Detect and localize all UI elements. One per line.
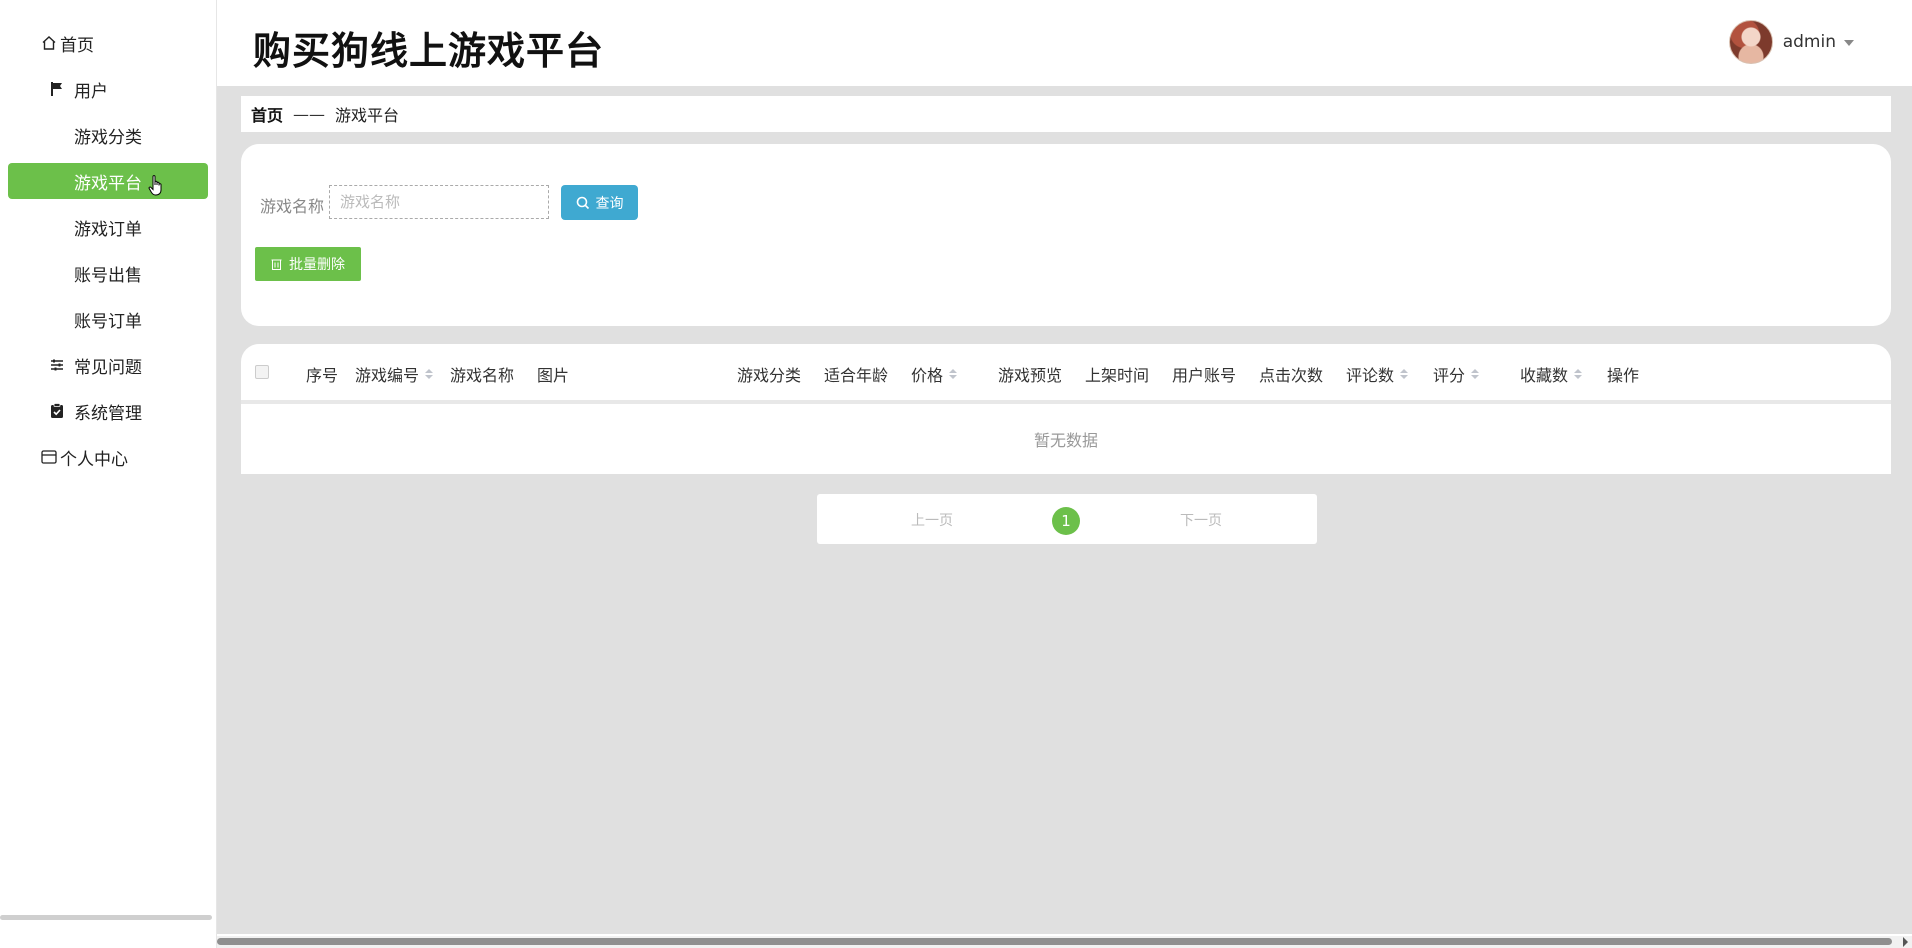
- search-panel: 游戏名称 查询 批量删除: [241, 144, 1891, 326]
- sidebar-item-account-orders[interactable]: 账号订单: [8, 301, 208, 337]
- query-button[interactable]: 查询: [561, 185, 638, 220]
- breadcrumb-current: 游戏平台: [335, 106, 400, 125]
- grid-icon: [48, 264, 66, 282]
- sidebar-item-label: 个人中心: [60, 449, 128, 470]
- home-icon: [40, 34, 58, 52]
- scroll-right-icon[interactable]: [1903, 937, 1908, 947]
- grid-icon: [48, 218, 66, 236]
- column-header: 适合年龄: [824, 366, 889, 385]
- clipboard-check-icon: [48, 402, 66, 420]
- sidebar-item-system[interactable]: 系统管理: [8, 393, 208, 429]
- sidebar-item-account-sale[interactable]: 账号出售: [8, 255, 208, 291]
- grid-icon: [48, 172, 66, 190]
- column-header[interactable]: 价格: [911, 362, 958, 386]
- sidebar-item-label: 游戏订单: [74, 219, 142, 240]
- user-menu[interactable]: admin: [1728, 20, 1854, 64]
- column-header[interactable]: 评分: [1433, 362, 1480, 386]
- page-number[interactable]: 1: [1052, 507, 1080, 535]
- sidebar-item-profile[interactable]: 个人中心: [8, 439, 208, 475]
- sort-icon: [1574, 369, 1583, 379]
- next-page-button[interactable]: 下一页: [1180, 510, 1222, 530]
- column-header: 序号: [306, 366, 339, 385]
- prev-page-button[interactable]: 上一页: [911, 510, 953, 530]
- table-header: 序号 游戏编号 游戏名称 图片 游戏分类 适合年龄 价格 游戏预览 上架时间 用…: [241, 344, 1891, 404]
- data-table: 序号 游戏编号 游戏名称 图片 游戏分类 适合年龄 价格 游戏预览 上架时间 用…: [241, 344, 1891, 474]
- header: 购买狗线上游戏平台 admin: [217, 0, 1912, 86]
- avatar[interactable]: [1728, 20, 1773, 64]
- sort-icon: [949, 369, 958, 379]
- flag-icon: [48, 80, 66, 98]
- sort-icon: [1400, 369, 1409, 379]
- sidebar-item-label: 用户: [74, 81, 108, 102]
- batch-delete-label: 批量删除: [289, 256, 345, 272]
- chevron-down-icon[interactable]: [1844, 40, 1854, 46]
- sidebar-item-game-category[interactable]: 游戏分类: [8, 117, 208, 153]
- card-icon: [40, 448, 58, 466]
- breadcrumb-separator: ——: [293, 104, 326, 124]
- column-header[interactable]: 游戏编号: [355, 362, 434, 386]
- column-header: 游戏名称: [450, 366, 515, 385]
- batch-delete-button[interactable]: 批量删除: [255, 247, 361, 281]
- username[interactable]: admin: [1783, 32, 1836, 52]
- column-header: 用户账号: [1172, 366, 1237, 385]
- sliders-icon: [48, 356, 66, 374]
- sidebar-item-label: 游戏平台: [74, 173, 142, 194]
- sidebar-item-game-platform[interactable]: 游戏平台: [8, 163, 208, 199]
- grid-icon: [48, 310, 66, 328]
- search-input[interactable]: [329, 185, 549, 219]
- sidebar-item-label: 首页: [60, 35, 94, 56]
- query-button-label: 查询: [595, 194, 624, 211]
- breadcrumb: 首页 —— 游戏平台: [241, 96, 1891, 132]
- breadcrumb-home[interactable]: 首页: [251, 102, 283, 126]
- column-header: 游戏预览: [998, 366, 1063, 385]
- search-icon: [576, 196, 589, 209]
- sidebar-item-game-orders[interactable]: 游戏订单: [8, 209, 208, 245]
- sidebar-item-label: 账号订单: [74, 311, 142, 332]
- main-content: 首页 —— 游戏平台 游戏名称 查询 批量删除 序号 游戏编号 游戏名称 图片 …: [217, 86, 1912, 934]
- sidebar-scrollbar[interactable]: [0, 915, 212, 920]
- sidebar: 首页 用户 游戏分类 游戏平台 游戏订单 账号出售 账号订单 常见问题 系统管理: [0, 0, 217, 948]
- sidebar-item-label: 游戏分类: [74, 127, 142, 148]
- sidebar-item-faq[interactable]: 常见问题: [8, 347, 208, 383]
- trash-icon: [271, 259, 282, 270]
- sidebar-item-label: 常见问题: [74, 357, 142, 378]
- select-all-checkbox[interactable]: [255, 365, 269, 379]
- app-title: 购买狗线上游戏平台: [253, 29, 605, 73]
- sidebar-item-label: 系统管理: [74, 403, 142, 424]
- sidebar-item-label: 账号出售: [74, 265, 142, 286]
- column-header: 上架时间: [1085, 366, 1150, 385]
- sidebar-item-home[interactable]: 首页: [8, 25, 208, 61]
- sidebar-item-users[interactable]: 用户: [8, 71, 208, 107]
- grid-icon: [48, 126, 66, 144]
- column-header: 游戏分类: [737, 366, 802, 385]
- column-header: 操作: [1607, 366, 1640, 385]
- empty-state: 暂无数据: [1033, 431, 1098, 450]
- hand-cursor-icon: [148, 175, 162, 196]
- pagination: 上一页 1 下一页: [817, 494, 1317, 544]
- column-header[interactable]: 评论数: [1346, 362, 1409, 386]
- column-header: 点击次数: [1259, 366, 1324, 385]
- horizontal-scrollbar-thumb[interactable]: [217, 938, 1892, 945]
- sort-icon: [1471, 369, 1480, 379]
- search-label: 游戏名称: [260, 197, 325, 216]
- column-header[interactable]: 收藏数: [1520, 362, 1583, 386]
- column-header: 图片: [537, 366, 570, 385]
- sort-icon: [425, 369, 434, 379]
